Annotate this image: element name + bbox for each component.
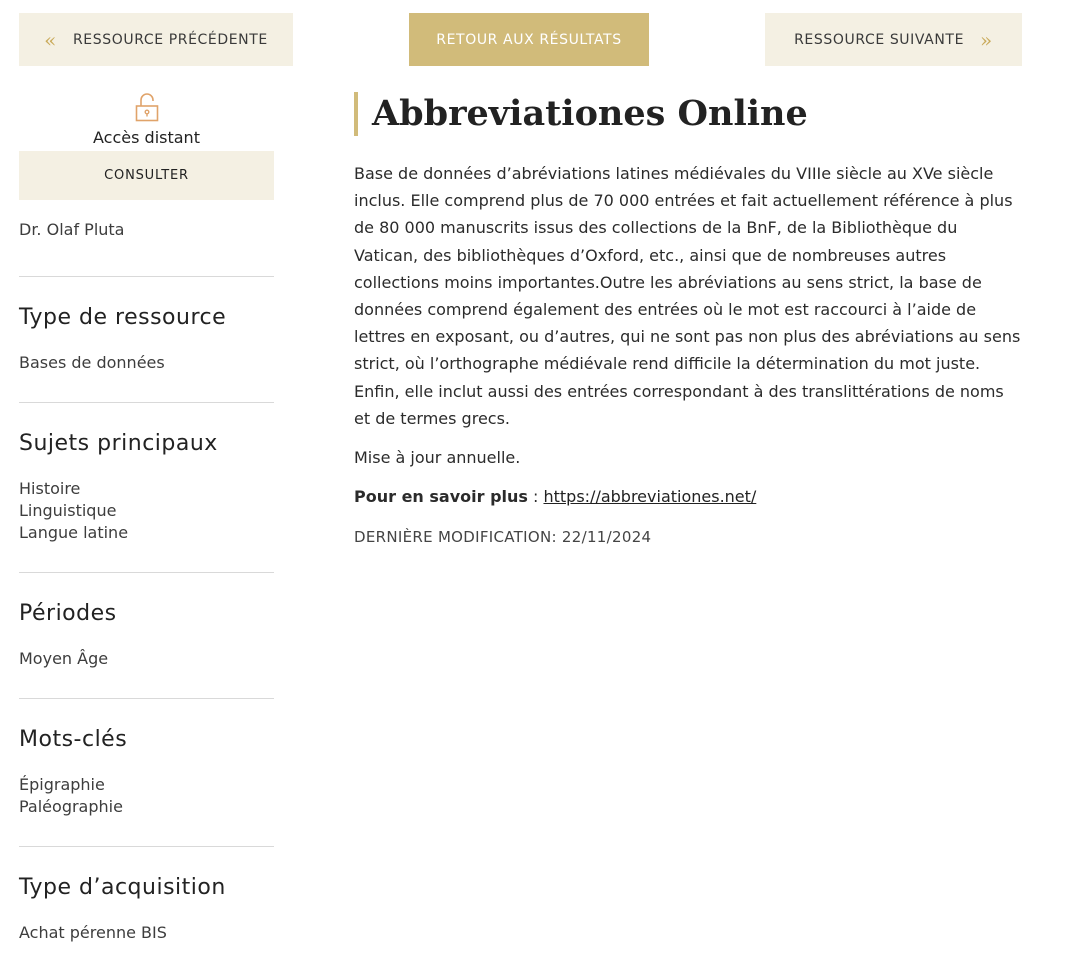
sidebar: Accès distant Consulter Dr. Olaf Pluta T… xyxy=(19,92,274,944)
resource-description: Base de données d’abréviations latines m… xyxy=(354,164,1021,428)
back-to-results-button[interactable]: Retour aux résultats xyxy=(409,13,649,66)
section-title: Type de ressource xyxy=(19,305,227,330)
list-item: Histoire xyxy=(19,479,81,498)
section-title: Type d’acquisition xyxy=(19,875,226,900)
learn-more-label: Pour en savoir plus xyxy=(354,487,528,507)
double-chevron-left-icon: « xyxy=(44,27,57,52)
list-item: Bases de données xyxy=(19,353,165,372)
learn-more: Pour en savoir plus : https://abbreviati… xyxy=(354,487,1024,506)
back-to-results-label: Retour aux résultats xyxy=(436,31,622,48)
list-item: Paléographie xyxy=(19,797,123,816)
page-title: Abbreviationes Online xyxy=(354,92,1024,136)
author: Dr. Olaf Pluta xyxy=(19,220,125,239)
previous-resource-button[interactable]: « Ressource précédente xyxy=(19,13,293,66)
list-item: Moyen Âge xyxy=(19,649,109,668)
main-content: Abbreviationes Online Base de données d’… xyxy=(354,92,1024,546)
list-item: Épigraphie xyxy=(19,775,105,794)
section-main-subjects: Sujets principaux Histoire Linguistique … xyxy=(19,402,274,572)
section-resource-type: Type de ressource Bases de données xyxy=(19,276,274,402)
next-resource-label: Ressource suivante xyxy=(794,31,965,48)
section-periods: Périodes Moyen Âge xyxy=(19,572,274,698)
section-keywords: Mots-clés Épigraphie Paléographie xyxy=(19,698,274,846)
access-label: Accès distant xyxy=(93,128,200,147)
list-item: Linguistique xyxy=(19,501,117,520)
double-chevron-right-icon: » xyxy=(980,27,993,52)
unlock-icon xyxy=(135,93,158,122)
list-item: Langue latine xyxy=(19,523,129,542)
section-title: Mots-clés xyxy=(19,727,128,752)
last-modified: Dernière modification: 22/11/2024 xyxy=(354,528,652,547)
learn-more-link[interactable]: https://abbreviationes.net/ xyxy=(543,487,756,506)
section-acquisition-type: Type d’acquisition Achat pérenne BIS xyxy=(19,846,274,944)
list-item: Achat pérenne BIS xyxy=(19,923,167,942)
previous-resource-label: Ressource précédente xyxy=(72,31,268,48)
section-title: Périodes xyxy=(19,601,117,626)
next-resource-button[interactable]: Ressource suivante » xyxy=(765,13,1022,66)
section-title: Sujets principaux xyxy=(19,431,218,456)
update-frequency: Mise à jour annuelle. xyxy=(354,448,521,468)
consult-button[interactable]: Consulter xyxy=(19,151,274,200)
learn-more-separator: : xyxy=(527,487,544,507)
